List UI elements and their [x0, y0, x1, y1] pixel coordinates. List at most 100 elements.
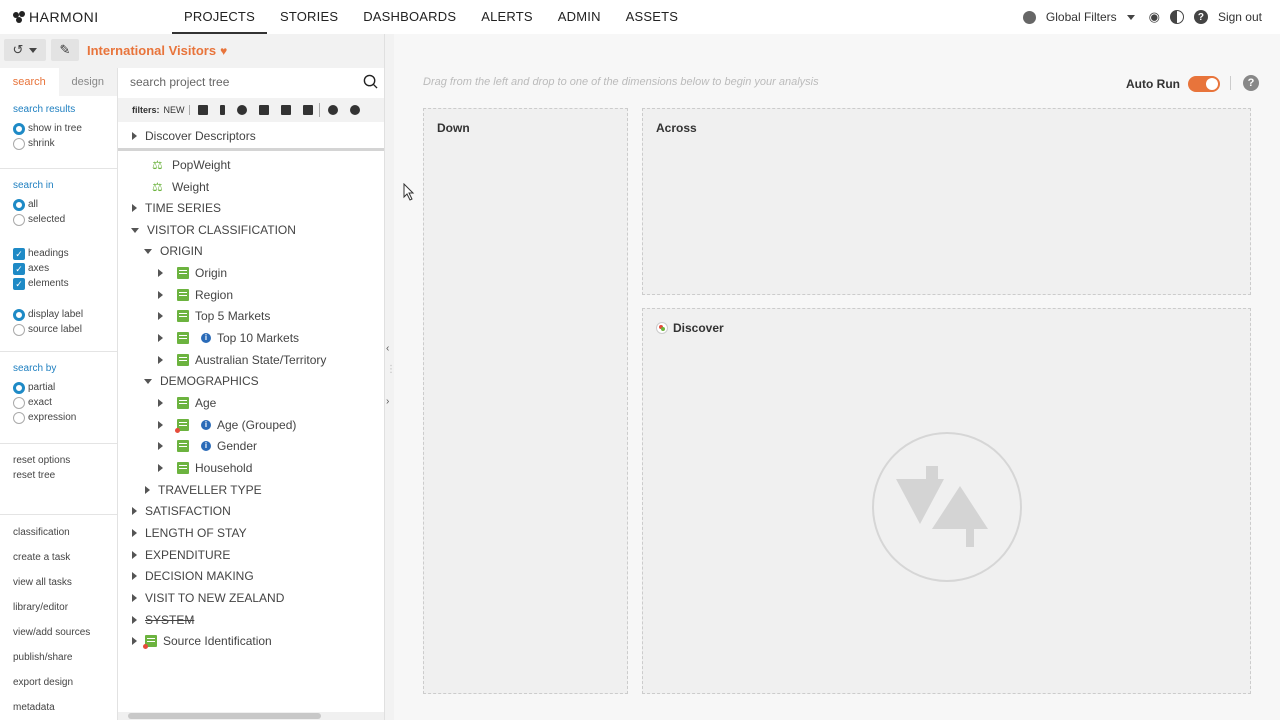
scrollbar-thumb[interactable]	[128, 713, 321, 719]
tree-row-household[interactable]: Household	[158, 458, 252, 478]
tree-row-expenditure[interactable]: EXPENDITURE	[132, 545, 230, 565]
tab-search[interactable]: search	[0, 68, 59, 96]
tree-row-length-of-stay[interactable]: LENGTH OF STAY	[132, 523, 247, 543]
nav-assets[interactable]: ASSETS	[614, 0, 691, 34]
export-design-link[interactable]: export design	[13, 675, 90, 700]
chevron-right-icon[interactable]	[132, 507, 137, 515]
chevron-right-icon[interactable]: ›	[386, 396, 389, 407]
chevron-right-icon[interactable]	[158, 312, 163, 320]
chevron-down-icon[interactable]	[144, 248, 152, 254]
tree-row-age-grouped[interactable]: i Age (Grouped)	[158, 415, 296, 435]
column-icon[interactable]	[219, 105, 225, 115]
eye-icon[interactable]: ◉	[1149, 9, 1160, 25]
tree-horizontal-scrollbar[interactable]	[118, 712, 384, 720]
chevron-right-icon[interactable]	[145, 486, 150, 494]
discover-drop-zone[interactable]: Discover	[642, 308, 1251, 694]
hierarchy-icon[interactable]	[258, 105, 269, 115]
check-elements[interactable]: ✓ elements	[13, 276, 69, 291]
panel-splitter[interactable]: ‹ ⋮ ›	[384, 34, 396, 720]
auto-run-toggle[interactable]	[1188, 76, 1220, 92]
tree-row-decision-making[interactable]: DECISION MAKING	[132, 566, 254, 586]
chevron-right-icon[interactable]	[158, 334, 163, 342]
nav-dashboards[interactable]: DASHBOARDS	[351, 0, 468, 34]
tree-row-weight[interactable]: ⚖ Weight	[152, 177, 209, 197]
tree-row-system[interactable]: SYSTEM	[132, 610, 194, 630]
tree-row-top-10-markets[interactable]: i Top 10 Markets	[158, 328, 299, 348]
classification-link[interactable]: classification	[13, 525, 90, 550]
radio-partial[interactable]: partial	[13, 380, 76, 395]
nav-admin[interactable]: ADMIN	[546, 0, 613, 34]
view-all-tasks-link[interactable]: view all tasks	[13, 575, 90, 600]
contrast-icon[interactable]	[1169, 10, 1184, 24]
chevron-down-icon[interactable]	[131, 227, 139, 233]
history-button[interactable]: ↺	[4, 39, 46, 61]
create-task-link[interactable]: create a task	[13, 550, 90, 575]
radio-display-label[interactable]: display label	[13, 307, 83, 322]
radio-expression[interactable]: expression	[13, 410, 76, 425]
chevron-right-icon[interactable]	[158, 442, 163, 450]
chevron-right-icon[interactable]	[132, 594, 137, 602]
tree-row-visit-to-new-zealand[interactable]: VISIT TO NEW ZEALAND	[132, 588, 284, 608]
chevron-right-icon[interactable]	[158, 399, 163, 407]
filter-new-button[interactable]: NEW	[164, 105, 190, 115]
tree-row-demographics[interactable]: DEMOGRAPHICS	[144, 371, 259, 391]
tree-row-top-5-markets[interactable]: Top 5 Markets	[158, 306, 270, 326]
down-drop-zone[interactable]: Down	[423, 108, 628, 694]
reset-tree-link[interactable]: reset tree	[13, 470, 70, 485]
chevron-right-icon[interactable]	[158, 356, 163, 364]
nav-stories[interactable]: STORIES	[268, 0, 350, 34]
help-icon[interactable]: ?	[1243, 75, 1259, 91]
harmoni-logo[interactable]: HARMONI	[13, 9, 99, 25]
tree-row-popweight[interactable]: ⚖ PopWeight	[152, 155, 230, 175]
radio-all[interactable]: all	[13, 197, 65, 212]
help-icon[interactable]: ?	[1193, 10, 1208, 24]
chevron-down-icon[interactable]	[1126, 14, 1135, 20]
tree-search-input[interactable]	[130, 72, 350, 92]
tree-row-visitor-classification[interactable]: VISITOR CLASSIFICATION	[131, 220, 296, 240]
sign-out-link[interactable]: Sign out	[1218, 10, 1262, 24]
check-headings[interactable]: ✓ headings	[13, 246, 69, 261]
tree-row-time-series[interactable]: TIME SERIES	[132, 198, 221, 218]
grid-icon[interactable]	[197, 105, 208, 115]
info-icon[interactable]: i	[201, 333, 211, 343]
chevron-right-icon[interactable]	[132, 572, 137, 580]
eye-off-icon[interactable]	[349, 105, 360, 115]
map-pin-icon[interactable]	[236, 105, 247, 115]
global-filters-button[interactable]: Global Filters	[1046, 10, 1117, 24]
radio-source-label[interactable]: source label	[13, 322, 83, 337]
eye-icon[interactable]	[327, 105, 338, 115]
tree-row-age[interactable]: Age	[158, 393, 216, 413]
chevron-right-icon[interactable]	[158, 269, 163, 277]
reset-options-link[interactable]: reset options	[13, 455, 70, 470]
tree-row-gender[interactable]: i Gender	[158, 436, 257, 456]
nav-projects[interactable]: PROJECTS	[172, 0, 267, 34]
tree-row-traveller-type[interactable]: TRAVELLER TYPE	[145, 480, 262, 500]
chevron-right-icon[interactable]	[132, 204, 137, 212]
tree-row-satisfaction[interactable]: SATISFACTION	[132, 501, 231, 521]
tree-row-region[interactable]: Region	[158, 285, 233, 305]
info-icon[interactable]: i	[201, 441, 211, 451]
tag-icon[interactable]	[302, 105, 313, 115]
chevron-right-icon[interactable]	[158, 291, 163, 299]
radio-show-in-tree[interactable]: show in tree	[13, 121, 82, 136]
tab-design[interactable]: design	[59, 68, 118, 96]
globe-icon[interactable]	[1022, 10, 1036, 24]
heart-icon[interactable]: ♥	[220, 44, 227, 58]
radio-shrink[interactable]: shrink	[13, 136, 82, 151]
edit-button[interactable]: ✎	[51, 39, 79, 61]
library-editor-link[interactable]: library/editor	[13, 600, 90, 625]
radio-exact[interactable]: exact	[13, 395, 76, 410]
view-add-sources-link[interactable]: view/add sources	[13, 625, 90, 650]
chevron-right-icon[interactable]	[158, 464, 163, 472]
nav-alerts[interactable]: ALERTS	[469, 0, 545, 34]
tree-row-origin[interactable]: Origin	[158, 263, 227, 283]
tree-row-discover-descriptors[interactable]: Discover Descriptors	[132, 126, 256, 146]
chevron-right-icon[interactable]	[132, 551, 137, 559]
chevron-down-icon[interactable]	[144, 378, 152, 384]
across-drop-zone[interactable]: Across	[642, 108, 1251, 295]
publish-share-link[interactable]: publish/share	[13, 650, 90, 675]
chevron-right-icon[interactable]	[132, 616, 137, 624]
search-icon[interactable]	[363, 74, 378, 89]
check-axes[interactable]: ✓ axes	[13, 261, 69, 276]
tree-row-source-identification[interactable]: Source Identification	[132, 631, 272, 651]
